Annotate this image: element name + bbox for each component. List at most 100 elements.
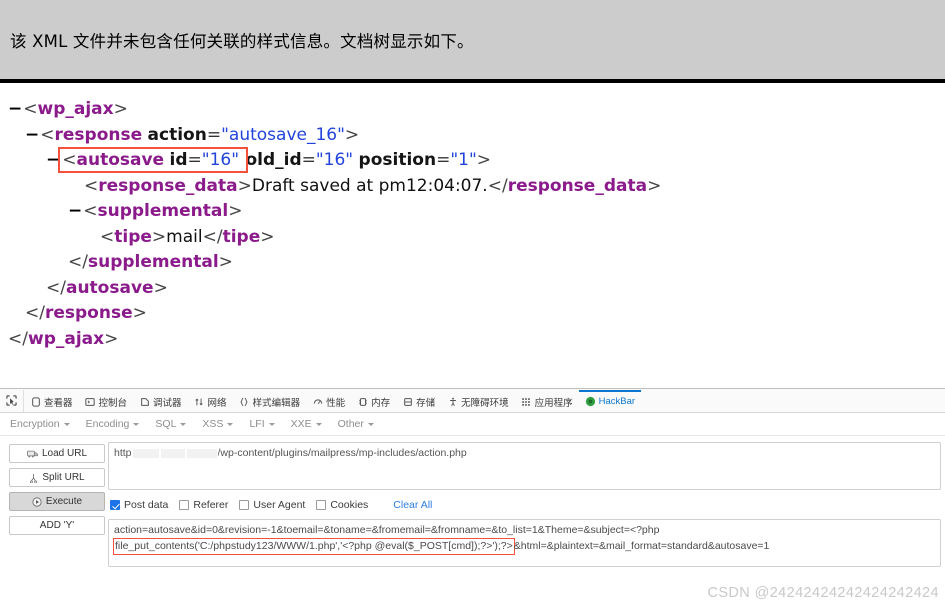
xml-tag-name-end: tipe bbox=[222, 226, 261, 247]
split-url-label: Split URL bbox=[42, 472, 85, 483]
post-data-line-1: action=autosave&id=0&revision=-1&toemail… bbox=[114, 524, 660, 536]
angle-open-end: </ bbox=[487, 175, 508, 196]
angle-open: < bbox=[84, 175, 99, 196]
menu-encryption[interactable]: Encryption bbox=[10, 418, 70, 430]
xml-attr-equals: = bbox=[187, 150, 202, 170]
angle-close: > bbox=[228, 201, 243, 221]
twisty-toggle-icon[interactable]: − bbox=[46, 150, 60, 170]
menu-xss-label: XSS bbox=[202, 418, 224, 430]
tab-storage[interactable]: 存储 bbox=[396, 390, 441, 412]
xml-line-wp-ajax-open: −<wp_ajax> bbox=[4, 97, 945, 123]
chevron-down-icon bbox=[367, 422, 374, 426]
angle-close-end: > bbox=[647, 175, 662, 196]
cookies-label: Cookies bbox=[330, 499, 369, 511]
tab-performance[interactable]: 性能 bbox=[306, 390, 351, 412]
xml-notice-text: 该 XML 文件并未包含任何关联的样式信息。文档树显示如下。 bbox=[10, 31, 474, 51]
option-cookies[interactable]: Cookies bbox=[316, 499, 368, 511]
angle-open: < bbox=[40, 124, 55, 145]
url-suffix: /wp-content/plugins/mailpress/mp-include… bbox=[217, 447, 467, 459]
xml-document-tree: −<wp_ajax> −<response action="autosave_1… bbox=[0, 83, 945, 383]
cookies-checkbox[interactable] bbox=[316, 500, 327, 510]
user-agent-checkbox[interactable] bbox=[239, 500, 250, 510]
hackbar-icon bbox=[585, 396, 596, 407]
tab-style-editor[interactable]: 样式编辑器 bbox=[233, 390, 307, 412]
post-data-textarea[interactable]: action=autosave&id=0&revision=-1&toemail… bbox=[108, 519, 941, 567]
option-post-data[interactable]: Post data bbox=[110, 499, 168, 511]
tab-inspector-label: 查看器 bbox=[44, 397, 73, 409]
twisty-toggle-icon[interactable]: − bbox=[25, 125, 39, 145]
element-picker-button[interactable] bbox=[2, 389, 24, 412]
split-url-button[interactable]: Split URL bbox=[9, 468, 105, 487]
tab-memory[interactable]: 内存 bbox=[351, 390, 396, 412]
referer-label: Referer bbox=[193, 499, 229, 511]
devtools-panel: 查看器 控制台 调试器 网络 样式编辑器 性能 内存 存储 无障碍环境 应用程序… bbox=[0, 388, 945, 604]
hackbar-menubar: Encryption Encoding SQL XSS LFI XXE Othe… bbox=[0, 413, 945, 436]
menu-lfi-label: LFI bbox=[249, 418, 265, 430]
xml-style-notice-banner: 该 XML 文件并未包含任何关联的样式信息。文档树显示如下。 bbox=[0, 0, 945, 83]
angle-open: < bbox=[100, 226, 115, 247]
autosave-id-highlight-box: <autosave id="16" bbox=[58, 147, 249, 173]
option-user-agent[interactable]: User Agent bbox=[239, 499, 305, 511]
xml-text-node: Draft saved at pm12:04:07. bbox=[251, 175, 488, 196]
twisty-toggle-icon[interactable]: − bbox=[68, 201, 82, 221]
menu-sql[interactable]: SQL bbox=[155, 418, 187, 430]
load-url-icon bbox=[26, 449, 38, 458]
chevron-down-icon bbox=[133, 422, 140, 426]
tab-console[interactable]: 控制台 bbox=[79, 390, 134, 412]
add-y-label: ADD 'Y' bbox=[39, 520, 75, 531]
load-url-button[interactable]: Load URL bbox=[9, 444, 105, 463]
execute-button[interactable]: Execute bbox=[9, 492, 105, 511]
post-data-label: Post data bbox=[124, 499, 169, 511]
menu-lfi[interactable]: LFI bbox=[249, 418, 275, 430]
url-prefix: http bbox=[114, 447, 132, 459]
add-y-button[interactable]: ADD 'Y' bbox=[9, 516, 105, 535]
angle-open-end: </ bbox=[68, 252, 88, 272]
xml-line-wp-ajax-close: </wp_ajax> bbox=[4, 327, 945, 353]
menu-encoding-label: Encoding bbox=[85, 418, 130, 430]
tab-application-label: 应用程序 bbox=[534, 397, 573, 409]
xml-tag-name: supplemental bbox=[97, 201, 229, 221]
twisty-toggle-icon[interactable]: − bbox=[8, 99, 22, 119]
menu-encryption-label: Encryption bbox=[10, 418, 60, 430]
xml-attr-name: action bbox=[147, 124, 207, 145]
angle-close: > bbox=[344, 124, 360, 145]
menu-xxe[interactable]: XXE bbox=[291, 418, 322, 430]
xml-text-node: mail bbox=[166, 226, 203, 247]
xml-line-response-open: −<response action="autosave_16"> bbox=[4, 123, 945, 149]
option-referer[interactable]: Referer bbox=[179, 499, 228, 511]
xml-tag-name: response_data bbox=[98, 175, 238, 196]
tab-memory-label: 内存 bbox=[371, 397, 391, 409]
hackbar-body: Load URL Split URL Execute ADD 'Y' http /… bbox=[0, 436, 945, 567]
tab-network[interactable]: 网络 bbox=[188, 390, 233, 412]
xml-tag-name-end: wp_ajax bbox=[27, 328, 105, 349]
xml-attr-equals: = bbox=[436, 150, 451, 170]
xml-tag-name: tipe bbox=[114, 226, 152, 247]
angle-open-end: </ bbox=[25, 303, 45, 323]
post-data-checkbox[interactable] bbox=[110, 500, 120, 510]
tab-hackbar[interactable]: HackBar bbox=[578, 389, 642, 412]
tab-application[interactable]: 应用程序 bbox=[515, 390, 579, 412]
menu-encoding[interactable]: Encoding bbox=[86, 418, 140, 430]
menu-other[interactable]: Other bbox=[338, 418, 374, 430]
referer-checkbox[interactable] bbox=[179, 500, 190, 510]
angle-open: < bbox=[62, 150, 77, 170]
chevron-down-icon bbox=[63, 422, 70, 426]
menu-xxe-label: XXE bbox=[290, 418, 312, 430]
tab-accessibility[interactable]: 无障碍环境 bbox=[441, 390, 515, 412]
menu-xss[interactable]: XSS bbox=[202, 418, 234, 430]
tab-debugger[interactable]: 调试器 bbox=[133, 390, 188, 412]
xml-line-response-data: <response_data>Draft saved at pm12:04:07… bbox=[4, 174, 945, 200]
tab-network-label: 网络 bbox=[207, 397, 227, 409]
storage-icon bbox=[402, 396, 413, 407]
tab-inspector[interactable]: 查看器 bbox=[24, 390, 79, 412]
url-input[interactable]: http/wp-content/plugins/mailpress/mp-inc… bbox=[108, 442, 941, 490]
xml-tag-name-end: autosave bbox=[65, 277, 154, 298]
xml-tag-name-end: response_data bbox=[507, 175, 648, 196]
clear-all-link[interactable]: Clear All bbox=[393, 499, 432, 511]
xml-attr-equals: = bbox=[206, 124, 222, 145]
xml-line-supplemental-open: −<supplemental> bbox=[4, 199, 945, 225]
performance-icon bbox=[312, 396, 323, 407]
angle-open: < bbox=[83, 201, 98, 221]
angle-open: < bbox=[23, 99, 38, 119]
xml-attr-equals: = bbox=[301, 150, 316, 170]
